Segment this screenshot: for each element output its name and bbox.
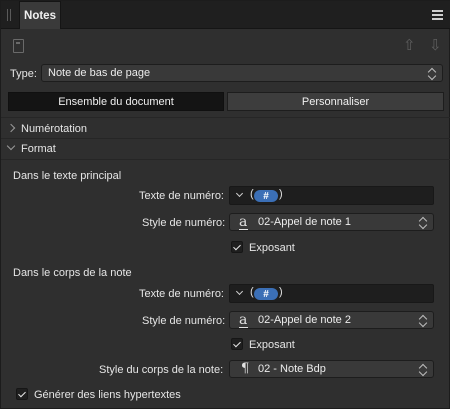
type-dropdown[interactable]: Note de bas de page (41, 64, 443, 82)
chevron-down-icon[interactable] (235, 287, 244, 296)
number-token: ( # ) (250, 286, 283, 300)
hyperlinks-checkbox[interactable] (16, 388, 28, 400)
main-number-style-value: 02-Appel de note 1 (258, 216, 351, 228)
section-numbering[interactable]: Numérotation (1, 119, 450, 139)
type-label: Type: (10, 68, 37, 80)
body-style-value: 02 - Note Bdp (258, 363, 326, 375)
divider (1, 159, 450, 160)
tab-notes[interactable]: Notes (19, 1, 61, 29)
body-number-style-value: 02-Appel de note 2 (258, 314, 351, 326)
section-format-title: Format (21, 143, 56, 155)
updown-chevron-icon (420, 315, 427, 326)
type-dropdown-value: Note de bas de page (48, 67, 151, 79)
section-format[interactable]: Format (1, 139, 450, 159)
main-superscript-label: Exposant (249, 242, 295, 254)
main-text-heading: Dans le texte principal (13, 170, 122, 182)
body-superscript-checkbox[interactable] (231, 338, 243, 350)
number-token-pill: # (254, 288, 278, 300)
updown-chevron-icon (420, 217, 427, 228)
document-icon[interactable] (13, 39, 24, 53)
paragraph-style-icon: ¶ (241, 361, 250, 376)
body-number-style-label: Style de numéro: (142, 315, 226, 327)
number-token-pill: # (254, 190, 278, 202)
body-style-dropdown[interactable]: ¶ 02 - Note Bdp (229, 360, 434, 378)
main-number-text-label: Texte de numéro: (139, 190, 224, 202)
updown-chevron-icon (420, 364, 427, 375)
section-numbering-title: Numérotation (21, 123, 88, 135)
notes-panel: Notes ⇧ ⇩ Type: Note de bas de page Ense… (0, 0, 450, 409)
panel-tab-bar: Notes (1, 1, 450, 29)
note-body-heading: Dans le corps de la note (13, 267, 132, 279)
body-number-text-label: Texte de numéro: (139, 288, 224, 300)
drag-grip-icon[interactable] (7, 9, 13, 21)
scope-customize-button[interactable]: Personnaliser (227, 92, 444, 111)
scope-whole-document-button[interactable]: Ensemble du document (8, 92, 224, 111)
character-style-icon: a (239, 214, 249, 230)
body-style-label: Style du corps de la note: (99, 364, 224, 376)
hyperlinks-label: Générer des liens hypertextes (34, 389, 181, 401)
arrow-up-icon[interactable]: ⇧ (403, 37, 416, 53)
chevron-right-icon (6, 123, 16, 133)
body-number-style-dropdown[interactable]: a 02-Appel de note 2 (229, 311, 434, 329)
body-superscript-label: Exposant (249, 339, 295, 351)
main-number-style-dropdown[interactable]: a 02-Appel de note 1 (229, 213, 434, 231)
number-token: ( # ) (250, 188, 283, 202)
main-superscript-checkbox[interactable] (231, 241, 243, 253)
main-number-text-field[interactable]: ( # ) (229, 186, 434, 205)
chevron-down-icon[interactable] (235, 189, 244, 198)
arrow-down-icon[interactable]: ⇩ (429, 37, 442, 53)
divider (1, 117, 450, 118)
hamburger-menu-icon[interactable] (432, 10, 443, 20)
updown-chevron-icon (429, 68, 436, 79)
character-style-icon: a (239, 312, 249, 328)
chevron-down-icon (6, 141, 16, 151)
body-number-text-field[interactable]: ( # ) (229, 284, 434, 303)
main-number-style-label: Style de numéro: (142, 217, 226, 229)
